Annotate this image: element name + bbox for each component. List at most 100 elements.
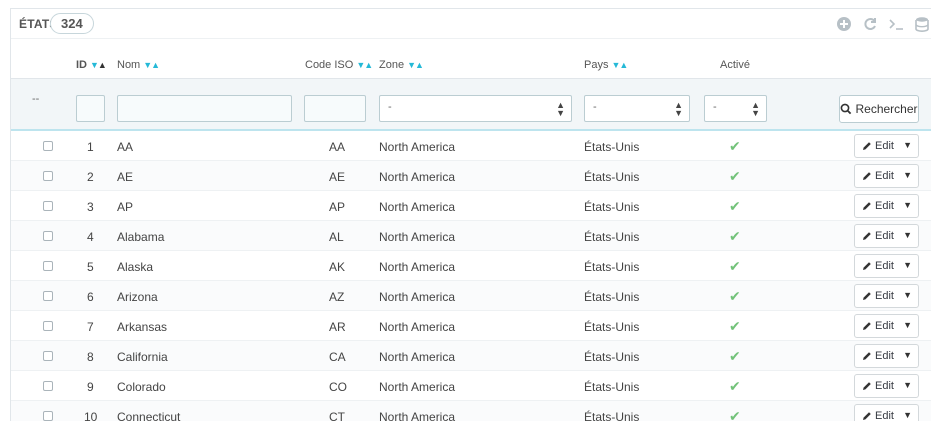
caret-down-icon[interactable]: ▼ <box>903 200 912 210</box>
sort-arrows-icon[interactable]: ▼▲ <box>611 60 628 70</box>
cell-id: 6 <box>87 290 94 304</box>
active-check-icon[interactable]: ✔ <box>729 408 741 421</box>
sort-arrows-icon[interactable]: ▼▲ <box>356 60 373 70</box>
table-row[interactable]: 1 AA AA North America États-Unis ✔ Edit ▼ <box>11 131 931 161</box>
cell-iso: AZ <box>329 290 345 304</box>
active-check-icon[interactable]: ✔ <box>729 138 741 155</box>
refresh-icon[interactable] <box>860 14 880 34</box>
row-checkbox[interactable] <box>43 231 53 241</box>
caret-down-icon[interactable]: ▼ <box>903 320 912 330</box>
active-check-icon[interactable]: ✔ <box>729 288 741 305</box>
active-check-icon[interactable]: ✔ <box>729 318 741 335</box>
col-country[interactable]: Pays ▼▲ <box>584 59 628 71</box>
edit-button[interactable]: Edit ▼ <box>854 284 919 308</box>
sql-query-icon[interactable] <box>886 14 906 34</box>
cell-id: 1 <box>87 140 94 154</box>
table-row[interactable]: 8 California CA North America États-Unis ✔ Edi… <box>11 341 931 371</box>
row-checkbox[interactable] <box>43 321 53 331</box>
country-filter-select[interactable]: - ▲ ▼ <box>584 95 690 122</box>
cell-country: États-Unis <box>584 140 640 154</box>
active-check-icon[interactable]: ✔ <box>729 258 741 275</box>
caret-down-icon[interactable]: ▼ <box>903 230 912 240</box>
edit-button[interactable]: Edit ▼ <box>854 194 919 218</box>
row-checkbox[interactable] <box>43 351 53 361</box>
active-check-icon[interactable]: ✔ <box>729 348 741 365</box>
cell-iso: AA <box>329 140 346 154</box>
cell-zone: North America <box>379 380 456 394</box>
cell-country: États-Unis <box>584 200 640 214</box>
col-zone[interactable]: Zone ▼▲ <box>379 59 424 71</box>
cell-country: États-Unis <box>584 230 640 244</box>
edit-button[interactable]: Edit ▼ <box>854 314 919 338</box>
add-icon[interactable] <box>834 14 854 34</box>
cell-zone: North America <box>379 170 456 184</box>
active-check-icon[interactable]: ✔ <box>729 228 741 245</box>
cell-name: Arkansas <box>117 320 168 334</box>
cell-country: États-Unis <box>584 380 640 394</box>
select-chevron-icon: ▲ ▼ <box>556 100 565 118</box>
row-checkbox[interactable] <box>43 201 53 211</box>
active-filter-select[interactable]: - ▲ ▼ <box>704 95 767 122</box>
cell-country: États-Unis <box>584 290 640 304</box>
active-check-icon[interactable]: ✔ <box>729 168 741 185</box>
col-iso[interactable]: Code ISO ▼▲ <box>305 59 373 71</box>
cell-iso: CA <box>329 350 346 364</box>
cell-iso: CO <box>329 380 347 394</box>
caret-down-icon[interactable]: ▼ <box>903 350 912 360</box>
active-check-icon[interactable]: ✔ <box>729 198 741 215</box>
pencil-icon <box>863 202 871 210</box>
caret-down-icon[interactable]: ▼ <box>903 260 912 270</box>
select-chevron-icon: ▲ ▼ <box>674 100 683 118</box>
cell-zone: North America <box>379 230 456 244</box>
table-row[interactable]: 4 Alabama AL North America États-Unis ✔ Edit ▼ <box>11 221 931 251</box>
edit-button[interactable]: Edit ▼ <box>854 344 919 368</box>
table-row[interactable]: 9 Colorado CO North America États-Unis ✔ Edit ▼ <box>11 371 931 401</box>
cell-iso: CT <box>329 410 345 421</box>
row-checkbox[interactable] <box>43 141 53 151</box>
id-filter-input[interactable] <box>76 95 105 122</box>
database-icon[interactable] <box>912 14 931 34</box>
edit-button[interactable]: Edit ▼ <box>854 404 919 421</box>
active-check-icon[interactable]: ✔ <box>729 378 741 395</box>
table-row[interactable]: 10 Connecticut CT North America États-Unis ✔ E… <box>11 401 931 421</box>
sort-arrows-icon[interactable]: ▼▲ <box>407 60 424 70</box>
bulk-action-marker[interactable]: -- <box>32 93 39 105</box>
row-checkbox[interactable] <box>43 411 53 421</box>
table-row[interactable]: 6 Arizona AZ North America États-Unis ✔ Edit ▼ <box>11 281 931 311</box>
row-checkbox[interactable] <box>43 291 53 301</box>
pencil-icon <box>863 262 871 270</box>
caret-down-icon[interactable]: ▼ <box>903 410 912 420</box>
name-filter-input[interactable] <box>117 95 292 122</box>
edit-button[interactable]: Edit ▼ <box>854 164 919 188</box>
zone-filter-select[interactable]: - ▲ ▼ <box>379 95 572 122</box>
cell-iso: AL <box>329 230 344 244</box>
row-checkbox[interactable] <box>43 261 53 271</box>
cell-zone: North America <box>379 140 456 154</box>
pencil-icon <box>863 172 871 180</box>
sort-arrows-icon[interactable]: ▼▲ <box>90 60 107 70</box>
edit-button[interactable]: Edit ▼ <box>854 374 919 398</box>
sort-arrows-icon[interactable]: ▼▲ <box>143 60 160 70</box>
row-checkbox[interactable] <box>43 381 53 391</box>
table-row[interactable]: 2 AE AE North America États-Unis ✔ Edit ▼ <box>11 161 931 191</box>
caret-down-icon[interactable]: ▼ <box>903 290 912 300</box>
col-name[interactable]: Nom ▼▲ <box>117 59 160 71</box>
cell-iso: AE <box>329 170 346 184</box>
pencil-icon <box>863 232 871 240</box>
caret-down-icon[interactable]: ▼ <box>903 140 912 150</box>
iso-filter-input[interactable] <box>304 95 366 122</box>
table-row[interactable]: 5 Alaska AK North America États-Unis ✔ Edit ▼ <box>11 251 931 281</box>
cell-zone: North America <box>379 260 456 274</box>
edit-button[interactable]: Edit ▼ <box>854 254 919 278</box>
cell-name: AE <box>117 170 134 184</box>
edit-button[interactable]: Edit ▼ <box>854 224 919 248</box>
search-button[interactable]: Rechercher <box>839 95 919 123</box>
cell-country: États-Unis <box>584 320 640 334</box>
caret-down-icon[interactable]: ▼ <box>903 170 912 180</box>
caret-down-icon[interactable]: ▼ <box>903 380 912 390</box>
row-checkbox[interactable] <box>43 171 53 181</box>
col-id[interactable]: ID ▼▲ <box>76 59 107 71</box>
edit-button[interactable]: Edit ▼ <box>854 134 919 158</box>
table-row[interactable]: 3 AP AP North America États-Unis ✔ Edit ▼ <box>11 191 931 221</box>
table-row[interactable]: 7 Arkansas AR North America États-Unis ✔ Edit ▼ <box>11 311 931 341</box>
